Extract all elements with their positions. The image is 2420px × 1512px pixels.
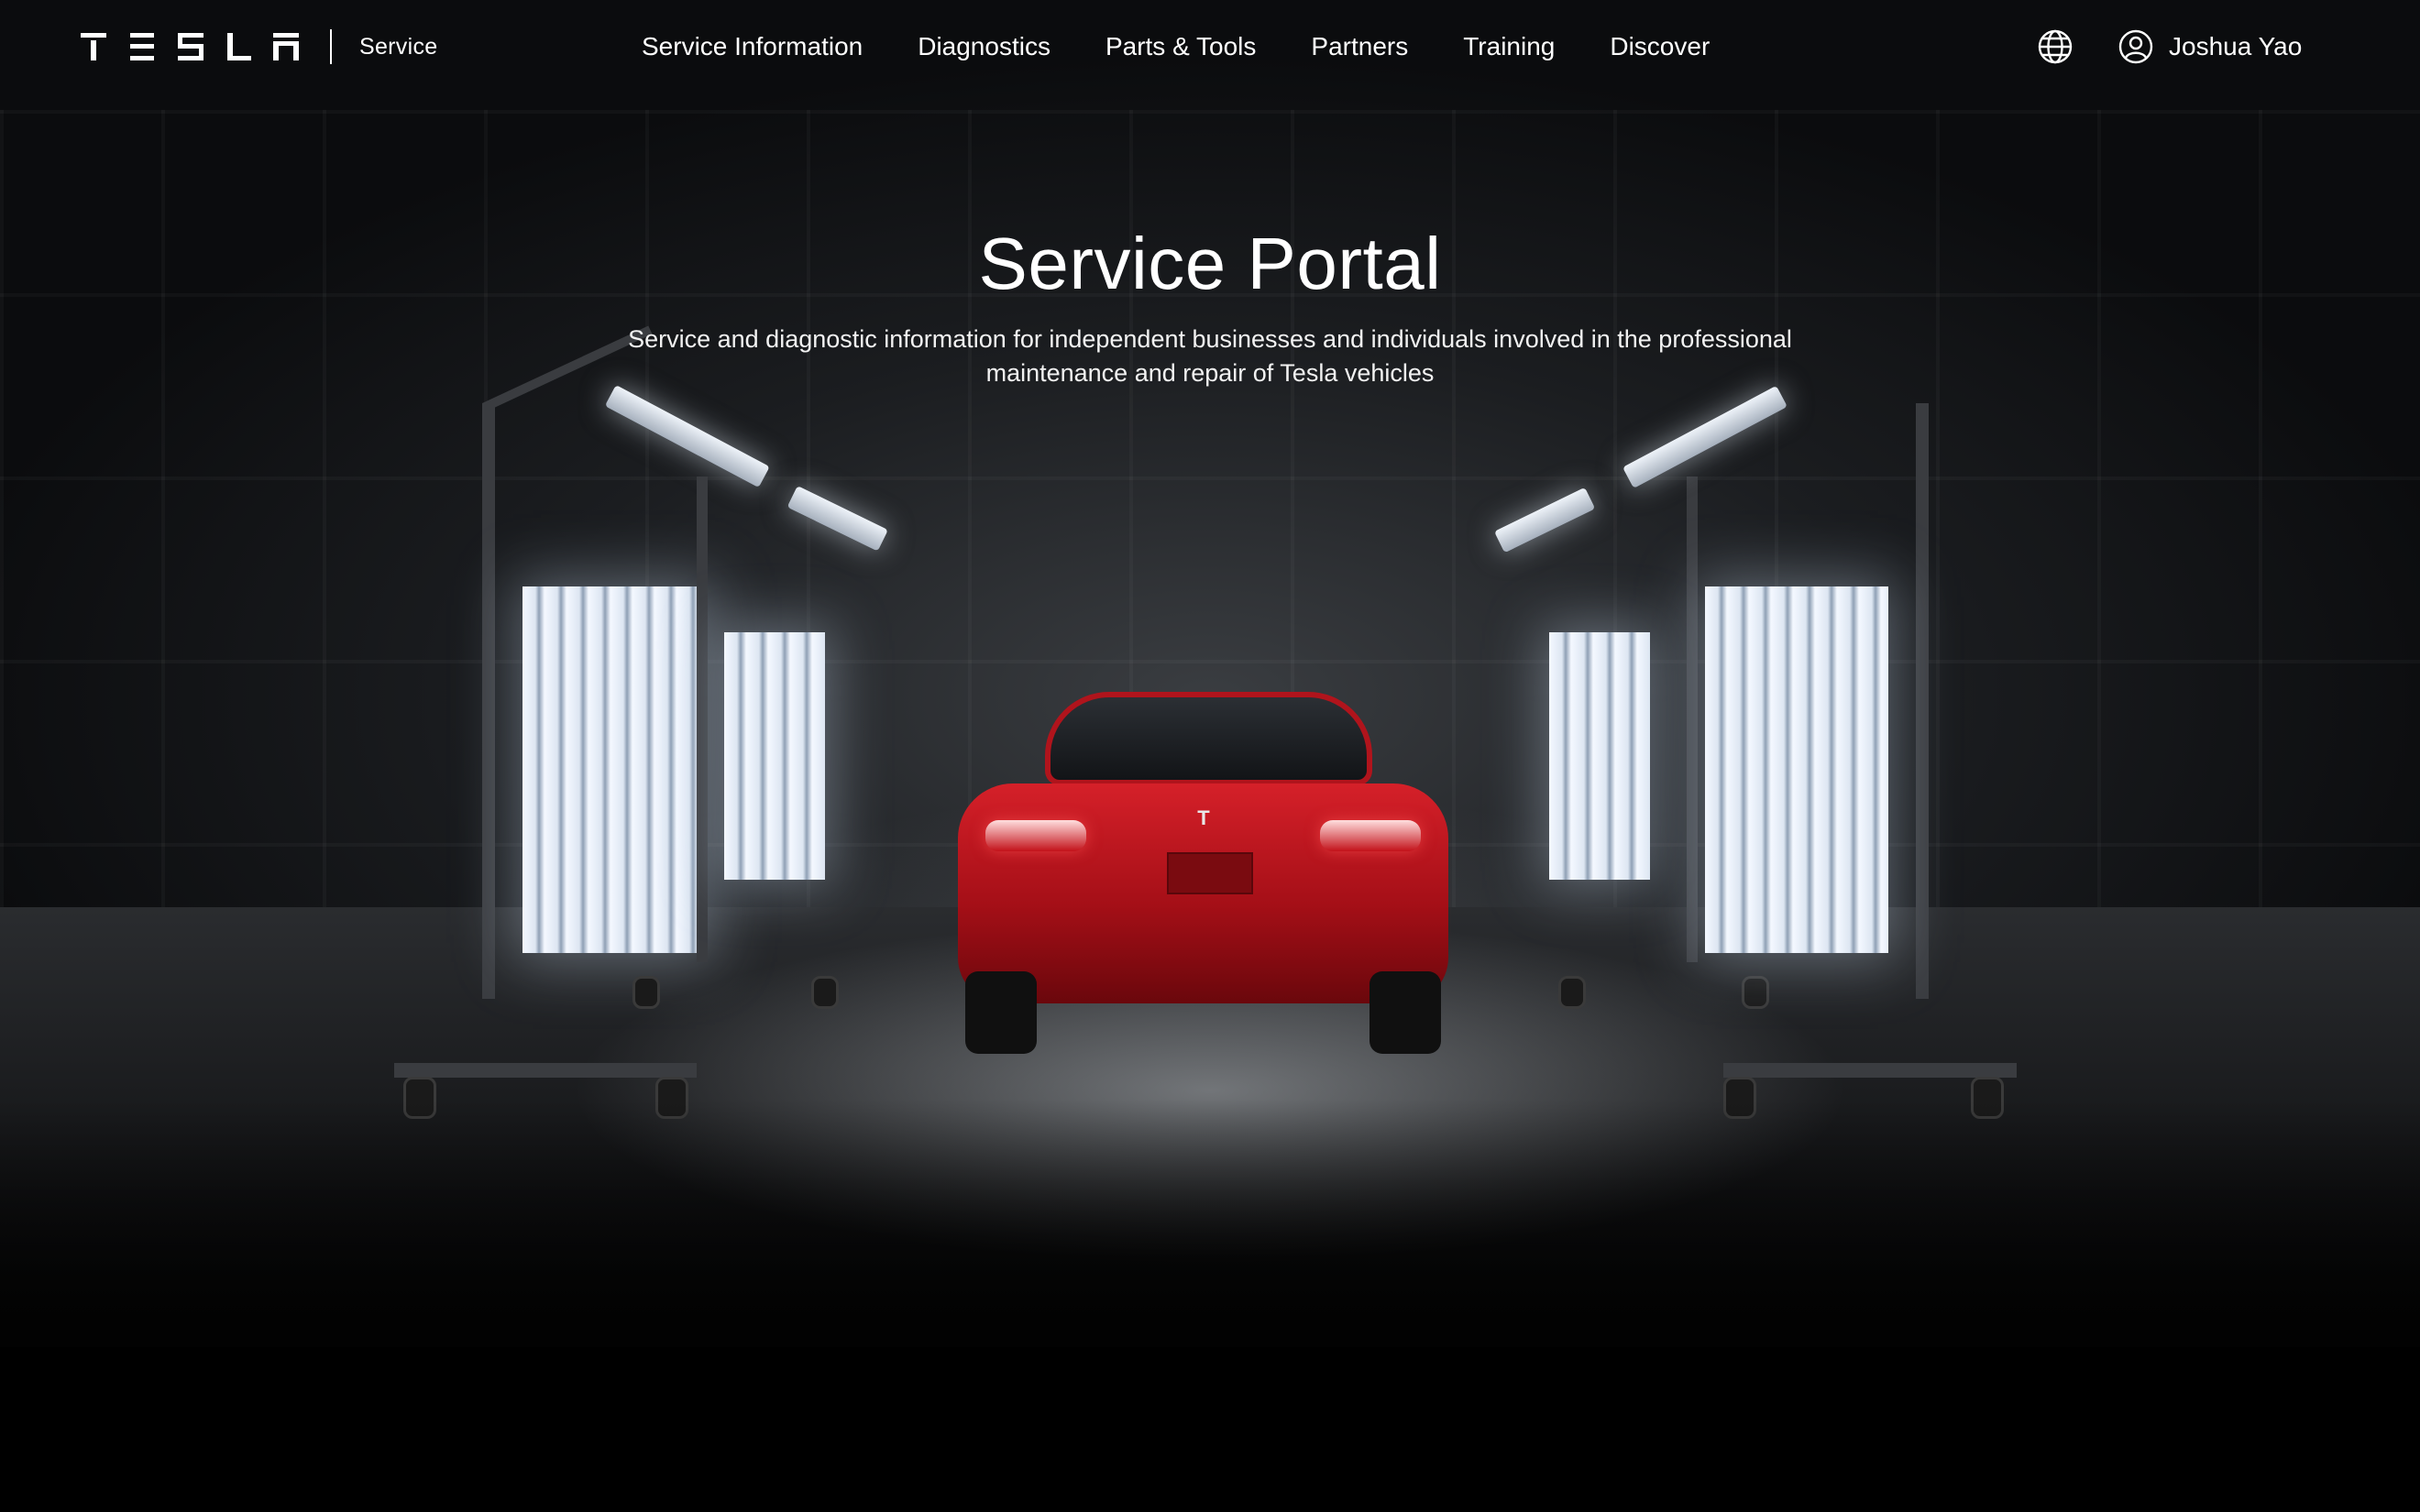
- main-navigation: Service Information Diagnostics Parts & …: [642, 27, 1710, 66]
- nav-training[interactable]: Training: [1463, 27, 1555, 66]
- light-rig-right-outer: [1622, 348, 2017, 1119]
- service-portal-page: T Service Service Information Diagnostic…: [0, 0, 2420, 1512]
- nav-partners[interactable]: Partners: [1311, 27, 1408, 66]
- nav-discover[interactable]: Discover: [1610, 27, 1710, 66]
- account-menu[interactable]: Joshua Yao: [2118, 28, 2302, 65]
- globe-icon: [2038, 29, 2073, 64]
- language-button[interactable]: [2037, 28, 2074, 65]
- account-name: Joshua Yao: [2169, 32, 2303, 60]
- nav-parts-tools[interactable]: Parts & Tools: [1106, 27, 1256, 66]
- nav-service-information[interactable]: Service Information: [642, 27, 863, 66]
- logo-divider: [330, 29, 332, 64]
- top-navigation-bar: Service Service Information Diagnostics …: [0, 0, 2420, 93]
- page-title: Service Portal: [978, 223, 1442, 304]
- user-circle-icon: [2118, 29, 2153, 64]
- nav-diagnostics[interactable]: Diagnostics: [918, 27, 1050, 66]
- red-car: T: [958, 692, 1448, 1054]
- tesla-logo[interactable]: [81, 33, 299, 60]
- hero-headline: Service Portal Service and diagnostic in…: [0, 218, 2420, 390]
- hero-bottom-fade: [0, 1100, 2420, 1347]
- car-emblem-icon: T: [1197, 806, 1210, 829]
- section-label[interactable]: Service: [359, 31, 437, 62]
- page-subtitle: Service and diagnostic information for i…: [628, 325, 1792, 387]
- light-rig-left-inner: [623, 477, 917, 1009]
- hero-image: T: [0, 0, 2420, 1347]
